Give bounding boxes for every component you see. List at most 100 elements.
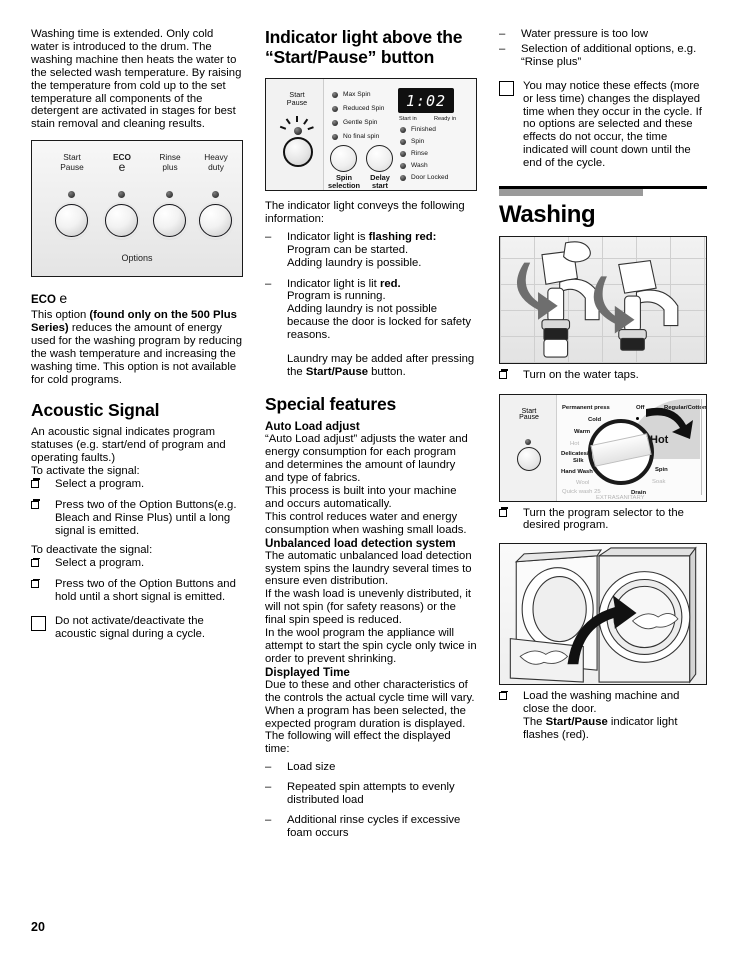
- label-door-locked: Door Locked: [411, 174, 449, 181]
- list-item: – Load size: [265, 761, 477, 774]
- laundry-note: Laundry may be added after pressing the …: [265, 353, 477, 379]
- unbalanced-load-title: Unbalanced load detection system: [265, 536, 456, 550]
- square-bullet-icon: [499, 507, 523, 533]
- label-max-spin: Max Spin: [343, 91, 371, 98]
- list-item: – Selection of additional options, e.g. …: [499, 43, 707, 69]
- button-label-heavy-duty: Heavy duty: [204, 152, 228, 172]
- lcd-display: 1:02: [398, 88, 454, 113]
- list-item-label: Press two of the Option Buttons and hold…: [55, 578, 236, 604]
- acoustic-note: Do not activate/deactivate the acoustic …: [31, 615, 243, 641]
- knob-eco[interactable]: [105, 204, 138, 238]
- label-delay-start: Delay start: [370, 173, 390, 191]
- indicator-light-heading: Indicator light above the “Start/Pause” …: [265, 27, 463, 67]
- step-2: Turn the program selector to the desired…: [499, 507, 707, 533]
- machine-illustration: [509, 546, 697, 685]
- list-item-label: Water pressure is too low: [521, 28, 649, 40]
- figure-label-start-pause: Start Pause: [286, 90, 308, 107]
- list-item-label: Repeated spin attempts to evenly distrib…: [287, 781, 455, 807]
- list-item-label: Indicator light is flashing red: Program …: [287, 230, 437, 269]
- dial-label-silk: Silk: [573, 457, 584, 464]
- knob-rinse-plus[interactable]: [153, 204, 186, 238]
- dial-label-soak: Soak: [652, 478, 666, 485]
- led-rinse: [400, 151, 406, 157]
- button-label-eco: ECO e: [113, 152, 131, 174]
- square-bullet-icon: [499, 690, 523, 742]
- list-item-label: Load size: [287, 761, 336, 774]
- acoustic-signal-heading: Acoustic Signal: [31, 399, 160, 420]
- knob-heavy-duty[interactable]: [199, 204, 232, 238]
- step-caption: Load the washing machine and close the d…: [523, 690, 680, 742]
- knob-start-pause[interactable]: [55, 204, 88, 238]
- eco-heading: ECO e: [31, 290, 68, 307]
- list-item: Press two of the Option Buttons(e.g. Ble…: [31, 499, 243, 538]
- led-wash: [400, 163, 406, 169]
- list-item-label: Additional rinse cycles if excessive foa…: [287, 813, 461, 839]
- deactivate-label: To deactivate the signal:: [31, 544, 153, 557]
- eco-text: This option (found only on the 500 Plus …: [31, 309, 242, 386]
- label-start-in: Start in: [399, 116, 417, 122]
- list-item-label: Indicator light is lit red. Program is ru…: [287, 277, 471, 342]
- figure-knob-start-pause-2[interactable]: [517, 446, 541, 471]
- figure-load-machine: [499, 543, 707, 686]
- list-item: – Additional rinse cycles if excessive f…: [265, 814, 477, 840]
- label-no-final-spin: No final spin: [343, 133, 380, 140]
- button-label-start-pause: Start Pause: [60, 152, 84, 172]
- figure-knob-spin-selection[interactable]: [330, 145, 357, 172]
- dash-bullet-icon: –: [499, 28, 506, 40]
- dial-label-hand-wash: Hand Wash: [561, 468, 593, 475]
- note-box-icon: [31, 615, 55, 641]
- dial-label-warm: Warm: [574, 428, 591, 435]
- square-bullet-icon: [31, 557, 55, 571]
- note-text: Do not activate/deactivate the acoustic …: [55, 615, 206, 640]
- led-heavy-duty: [212, 191, 219, 199]
- square-bullet-icon: [31, 499, 55, 538]
- figure-label-start-pause-2: Start Pause: [519, 407, 539, 422]
- indicator-intro: The indicator light conveys the followin…: [265, 200, 465, 225]
- dash-bullet-icon: –: [265, 277, 272, 290]
- led-start-pause-figure: [294, 127, 302, 135]
- led-start-pause: [68, 191, 75, 199]
- note-text: You may notice these effects (more or le…: [523, 79, 702, 170]
- dial-turn-arrow-icon: [646, 407, 693, 439]
- washing-heading: Washing: [499, 200, 596, 228]
- list-item: – Indicator light is flashing red: Progra…: [265, 231, 477, 270]
- led-spin: [400, 139, 406, 145]
- figure-program-selector: Start Pause Permanent press Off Regular/…: [499, 393, 707, 502]
- led-eco: [118, 191, 125, 199]
- special-features-heading: Special features: [265, 393, 397, 414]
- list-item: – Repeated spin attempts to evenly distr…: [265, 781, 477, 807]
- led-finished: [400, 127, 406, 133]
- intro-paragraph: Washing time is extended. Only cold wate…: [31, 28, 242, 131]
- dash-bullet-icon: –: [499, 42, 506, 55]
- dial-off-marker: [636, 416, 639, 420]
- dash-bullet-icon: –: [265, 230, 272, 243]
- laundry-note-text: Laundry may be added after pressing the …: [287, 353, 475, 378]
- list-item-label: Select a program.: [55, 557, 145, 570]
- led-max-spin: [332, 92, 338, 98]
- list-item-label: Press two of the Option Buttons(e.g. Ble…: [55, 498, 237, 537]
- lcd-value: 1:02: [405, 91, 447, 110]
- square-bullet-icon: [31, 578, 55, 604]
- dash-bullet-icon: –: [265, 813, 272, 826]
- note-box-icon: [499, 80, 523, 170]
- dial-label-hot-gray: Hot: [570, 440, 580, 447]
- led-no-final-spin: [332, 134, 338, 140]
- list-item-label: Select a program.: [55, 477, 145, 490]
- square-bullet-icon: [499, 369, 523, 383]
- control-panel-figure: Start Pause ECO e Rinse plus Heavy duty: [31, 140, 243, 278]
- figure-water-taps: [499, 235, 707, 364]
- acoustic-intro: An acoustic signal indicates program sta…: [31, 426, 226, 464]
- list-item: – Water pressure is too low: [499, 28, 707, 41]
- dial-label-spin: Spin: [655, 466, 668, 473]
- figure-knob-start-pause[interactable]: [283, 137, 313, 167]
- dash-bullet-icon: –: [265, 781, 272, 794]
- step-1: Turn on the water taps.: [499, 369, 707, 383]
- figure-knob-delay-start[interactable]: [366, 145, 393, 172]
- label-spin-selection: Spin selection: [328, 173, 361, 191]
- unbalanced-load-text: The automatic unbalanced load detection …: [265, 549, 477, 665]
- led-start-pause-2: [525, 438, 531, 445]
- dial-label-drain: Drain: [631, 489, 647, 496]
- led-rinse-plus: [166, 191, 173, 199]
- label-reduced-spin: Reduced Spin: [343, 105, 385, 112]
- label-gentle-spin: Gentle Spin: [343, 119, 378, 126]
